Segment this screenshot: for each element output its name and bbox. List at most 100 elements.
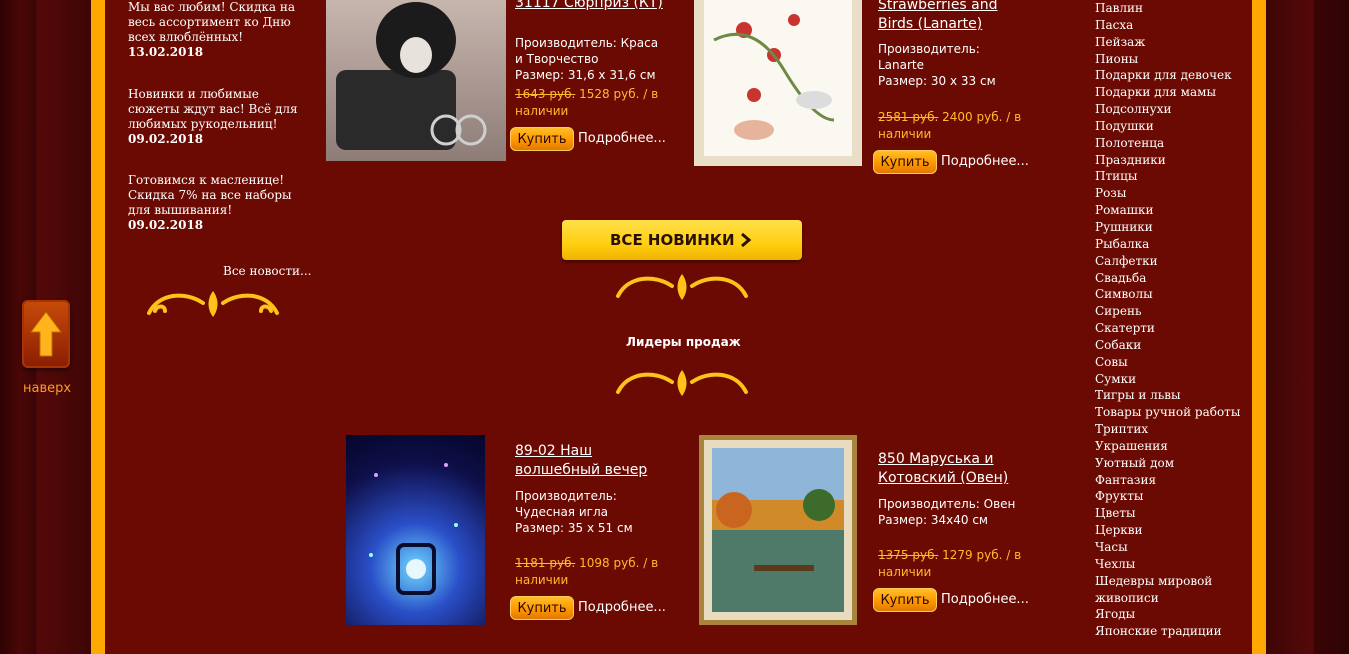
old-price: 1643 руб. — [515, 87, 576, 101]
product-title[interactable]: 850 Маруська и Котовский (Овен) — [878, 450, 1028, 488]
product-price: 1643 руб. 1528 руб. / в наличии — [515, 86, 670, 120]
news-item[interactable]: Мы вас любим! Скидка на весь ассортимент… — [128, 0, 308, 60]
product-maker: Производитель: Чудесная игла — [515, 489, 617, 519]
category-link[interactable]: Собаки — [1095, 337, 1245, 354]
news-text[interactable]: Готовимся к масленице! Скидка 7% на все … — [128, 173, 308, 218]
product-price: 1375 руб. 1279 руб. / в наличии — [878, 547, 1038, 581]
category-link[interactable]: Рушники — [1095, 219, 1245, 236]
category-link[interactable]: Фрукты — [1095, 488, 1245, 505]
category-link[interactable]: Тигры и львы — [1095, 387, 1245, 404]
product-specs: Производитель: Овен Размер: 34x40 см — [878, 496, 1038, 528]
lantern-picture-icon — [369, 463, 458, 595]
buy-button[interactable]: Купить — [873, 150, 937, 174]
category-link[interactable]: Триптих — [1095, 421, 1245, 438]
product-specs: Производитель: Чудесная игла Размер: 35 … — [515, 488, 665, 536]
old-price: 1181 руб. — [515, 556, 576, 570]
arrow-up-icon — [30, 311, 62, 357]
news-item[interactable]: Новинки и любимые сюжеты ждут вас! Всё д… — [128, 87, 308, 147]
product-title[interactable]: Strawberries and Birds (Lanarte) — [878, 0, 1028, 34]
category-list: Павлин Пасха Пейзаж Пионы Подарки для де… — [1095, 0, 1245, 640]
category-link[interactable]: живописи — [1095, 590, 1245, 607]
category-link[interactable]: Рыбалка — [1095, 236, 1245, 253]
old-price: 1375 руб. — [878, 548, 939, 562]
scroll-to-top-button[interactable] — [22, 300, 70, 368]
category-link[interactable]: Птицы — [1095, 168, 1245, 185]
category-link[interactable]: Салфетки — [1095, 253, 1245, 270]
product-image[interactable] — [326, 0, 506, 161]
category-link[interactable]: Ромашки — [1095, 202, 1245, 219]
chevron-right-icon — [741, 232, 752, 248]
product-maker: Производитель: Овен — [878, 497, 1016, 511]
product-image[interactable] — [694, 0, 862, 166]
category-link[interactable]: Пейзаж — [1095, 34, 1245, 51]
product-size: Размер: 30 x 33 см — [878, 74, 996, 88]
scroll-to-top-label[interactable]: наверх — [23, 381, 71, 396]
buy-button[interactable]: Купить — [510, 596, 574, 620]
category-link[interactable]: Подарки для мамы — [1095, 84, 1245, 101]
all-new-products-button[interactable]: ВСЕ НОВИНКИ — [562, 220, 802, 260]
category-link[interactable]: Уютный дом — [1095, 455, 1245, 472]
old-price: 2581 руб. — [878, 110, 939, 124]
details-link[interactable]: Подробнее... — [578, 131, 666, 146]
product-size: Размер: 35 x 51 см — [515, 521, 633, 535]
category-link[interactable]: Сумки — [1095, 371, 1245, 388]
dog-in-box-picture-icon — [336, 2, 487, 150]
fishing-lake-picture-icon — [704, 440, 852, 620]
details-link[interactable]: Подробнее... — [578, 600, 666, 615]
category-link[interactable]: Символы — [1095, 286, 1245, 303]
category-link[interactable]: Свадьба — [1095, 270, 1245, 287]
category-link[interactable]: Часы — [1095, 539, 1245, 556]
category-link[interactable]: Пионы — [1095, 51, 1245, 68]
ornament-divider-icon — [616, 274, 748, 300]
category-link[interactable]: Японские традиции — [1095, 623, 1245, 640]
category-link[interactable]: Павлин — [1095, 0, 1245, 17]
category-link[interactable]: Подсолнухи — [1095, 101, 1245, 118]
category-link[interactable]: Пасха — [1095, 17, 1245, 34]
category-link[interactable]: Скатерти — [1095, 320, 1245, 337]
all-new-products-label: ВСЕ НОВИНКИ — [610, 231, 735, 249]
ornament-divider-icon — [616, 370, 748, 396]
category-link[interactable]: Полотенца — [1095, 135, 1245, 152]
ornament-divider-icon — [147, 291, 279, 317]
category-link[interactable]: Товары ручной работы — [1095, 404, 1245, 421]
category-link[interactable]: Шедевры мировой — [1095, 573, 1245, 590]
category-link[interactable]: Сирень — [1095, 303, 1245, 320]
product-price: 2581 руб. 2400 руб. / в наличии — [878, 109, 1038, 143]
news-date: 09.02.2018 — [128, 132, 204, 146]
product-size: Размер: 34x40 см — [878, 513, 988, 527]
category-link[interactable]: Совы — [1095, 354, 1245, 371]
product-specs: Производитель: Краса и Творчество Размер… — [515, 35, 665, 83]
category-link[interactable]: Цветы — [1095, 505, 1245, 522]
news-date: 13.02.2018 — [128, 45, 204, 59]
news-date: 09.02.2018 — [128, 218, 204, 232]
category-link[interactable]: Праздники — [1095, 152, 1245, 169]
category-link[interactable]: Украшения — [1095, 438, 1245, 455]
product-title[interactable]: 31117 Сюрприз (КТ) — [515, 0, 663, 13]
details-link[interactable]: Подробнее... — [941, 592, 1029, 607]
all-news-link[interactable]: Все новости... — [223, 264, 311, 278]
category-link[interactable]: Ягоды — [1095, 606, 1245, 623]
category-link[interactable]: Фантазия — [1095, 472, 1245, 489]
news-text[interactable]: Мы вас любим! Скидка на весь ассортимент… — [128, 0, 308, 45]
category-link[interactable]: Подарки для девочек — [1095, 67, 1245, 84]
product-price: 1181 руб. 1098 руб. / в наличии — [515, 555, 675, 589]
product-image[interactable] — [699, 435, 857, 625]
buy-button[interactable]: Купить — [510, 127, 574, 151]
buy-button[interactable]: Купить — [873, 588, 937, 612]
news-item[interactable]: Готовимся к масленице! Скидка 7% на все … — [128, 173, 308, 233]
product-maker: Производитель: Краса и Творчество — [515, 36, 659, 66]
bestsellers-heading: Лидеры продаж — [626, 335, 741, 349]
page-background-right — [1265, 0, 1349, 654]
product-image[interactable] — [346, 435, 485, 625]
category-link[interactable]: Подушки — [1095, 118, 1245, 135]
category-link[interactable]: Розы — [1095, 185, 1245, 202]
category-link[interactable]: Чехлы — [1095, 556, 1245, 573]
product-size: Размер: 31,6 x 31,6 см — [515, 68, 656, 82]
news-text[interactable]: Новинки и любимые сюжеты ждут вас! Всё д… — [128, 87, 308, 132]
strawberries-birds-picture-icon — [704, 0, 852, 156]
details-link[interactable]: Подробнее... — [941, 154, 1029, 169]
product-maker: Производитель: Lanarte — [878, 42, 980, 72]
product-title[interactable]: 89-02 Наш волшебный вечер — [515, 442, 665, 480]
category-link[interactable]: Церкви — [1095, 522, 1245, 539]
product-specs: Производитель: Lanarte Размер: 30 x 33 с… — [878, 41, 1028, 89]
